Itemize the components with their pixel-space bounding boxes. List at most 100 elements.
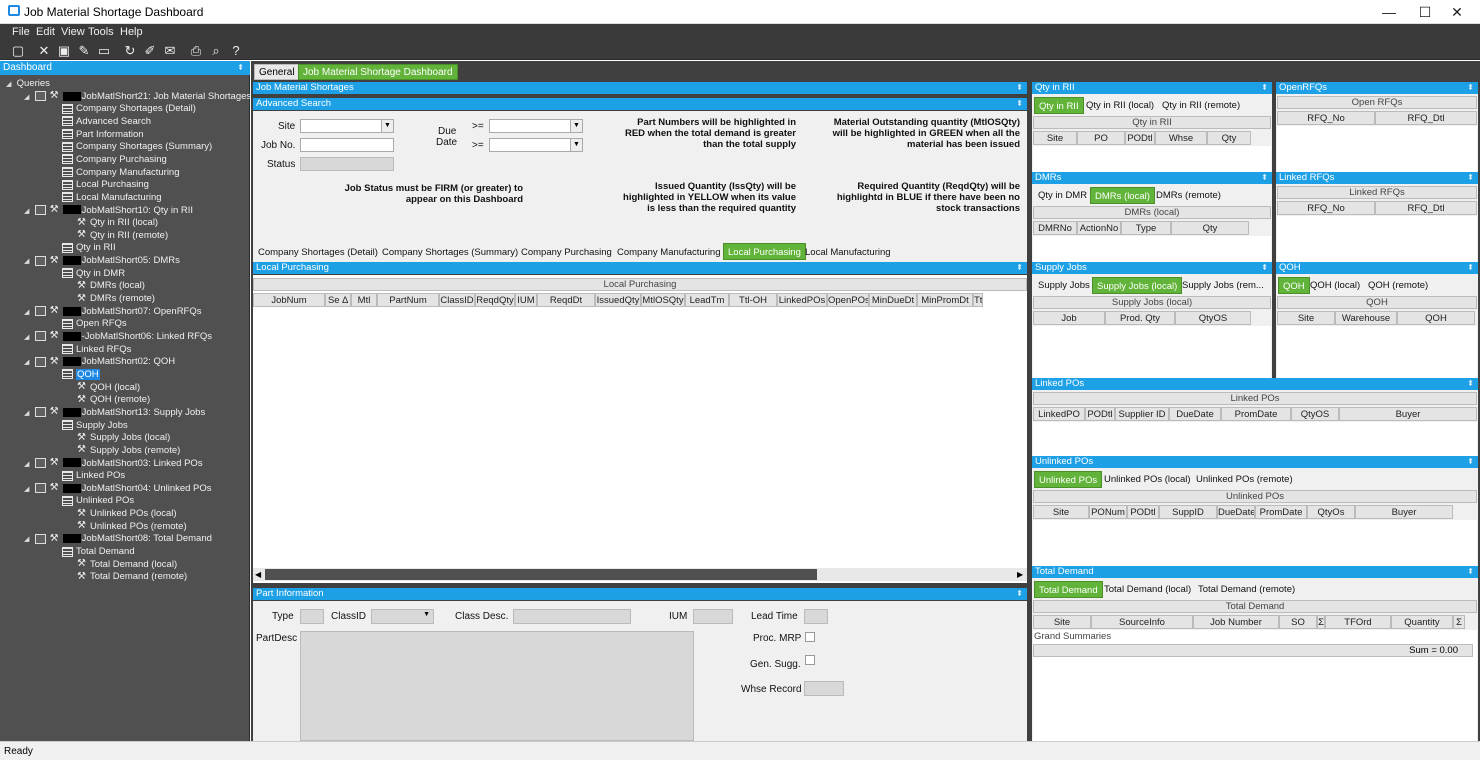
dmr-tab[interactable]: DMRs (local) [1090,187,1155,204]
pin-icon[interactable]: ⇞ [1016,262,1023,274]
tree-node[interactable]: Local Purchasing [62,178,149,191]
tree-node[interactable]: ⚒ Total Demand (local) [76,558,177,571]
column-header[interactable]: Se ∆ [325,293,351,307]
column-header[interactable]: Qty [1207,131,1251,145]
save-icon[interactable]: ▣ [56,43,72,58]
tree-node[interactable]: ◢ Queries [6,77,50,90]
menu-tools[interactable]: Tools [88,26,114,38]
pin-icon[interactable]: ⇞ [1016,98,1023,110]
clear-icon[interactable]: ✎ [76,43,92,58]
column-header[interactable]: Site [1033,615,1091,629]
column-header[interactable]: RFQ_No [1277,201,1375,215]
qoh-tab[interactable]: QOH (local) [1306,277,1364,294]
pin-icon[interactable]: ⇞ [1261,262,1268,274]
column-header[interactable]: Site [1277,311,1335,325]
tree-node[interactable]: ◢ ⚒ JobMatlShort05: DMRs [24,254,180,267]
expand-icon[interactable]: ◢ [24,255,32,268]
tree-node[interactable]: Qty in RII [62,241,116,254]
gen-sugg-checkbox[interactable] [805,655,815,665]
column-header[interactable]: DueDate [1217,505,1255,519]
job-no-input[interactable] [300,138,394,152]
column-header[interactable]: Site [1033,505,1089,519]
tree-node[interactable]: ◢ ⚒ JobMatlShort21: Job Material Shortage… [24,90,251,103]
due-date-to[interactable]: ▼ [489,138,583,152]
expand-icon[interactable]: ◢ [6,78,14,91]
preview-icon[interactable]: ⌕ [208,43,224,58]
due-date-from[interactable]: ▼ [489,119,583,133]
column-header[interactable]: SuppID [1159,505,1217,519]
column-header[interactable]: RFQ_Dtl [1375,111,1477,125]
tab-company-shortages-detail[interactable]: Company Shortages (Detail) [254,244,382,261]
tree-node[interactable]: ◢ ⚒ JobMatlShort13: Supply Jobs [24,406,205,419]
column-header[interactable]: Site [1033,131,1077,145]
sj-tab[interactable]: Supply Jobs (local) [1092,277,1183,294]
classid-select[interactable]: ▼ [371,609,434,624]
rii-tab[interactable]: Qty in RII (local) [1082,97,1158,114]
tree-node[interactable]: ⚒ DMRs (remote) [76,292,155,305]
column-header[interactable]: OpenPOs [827,293,869,307]
tree-node[interactable]: Unlinked POs [62,494,134,507]
dmr-tab[interactable]: DMRs (remote) [1152,187,1225,204]
expand-icon[interactable]: ◢ [24,483,32,496]
delete-icon[interactable]: ✕ [36,43,52,58]
column-header[interactable]: QOH [1397,311,1475,325]
column-header[interactable]: SO [1279,615,1317,629]
refresh-icon[interactable]: ↻ [122,43,138,58]
column-header[interactable]: Mtl [351,293,377,307]
tree-node[interactable]: ◢ ⚒ -JobMatlShort06: Linked RFQs [24,330,212,343]
td-tab[interactable]: Total Demand (local) [1100,581,1195,598]
brush-icon[interactable]: ✐ [142,43,158,58]
column-header[interactable]: Σ [1317,615,1325,629]
tree-node[interactable]: Advanced Search [62,115,151,128]
column-header[interactable]: Buyer [1339,407,1477,421]
sj-tab[interactable]: Supply Jobs [1034,277,1094,294]
tree-node[interactable]: Linked RFQs [62,343,131,356]
column-header[interactable]: PO [1077,131,1125,145]
pin-icon[interactable]: ⇞ [1467,82,1474,94]
column-header[interactable]: Quantity [1391,615,1453,629]
pin-icon[interactable]: ⇞ [1016,82,1023,94]
tree-node[interactable]: Linked POs [62,469,125,482]
scroll-thumb[interactable] [265,569,817,580]
tree-node[interactable]: ◢ ⚒ JobMatlShort08: Total Demand [24,532,212,545]
column-header[interactable]: ActionNo [1077,221,1121,235]
pin-icon[interactable]: ⇞ [1467,566,1474,578]
column-header[interactable]: Whse [1155,131,1207,145]
tree-node[interactable]: Open RFQs [62,317,127,330]
column-header[interactable]: JobNum [253,293,325,307]
column-header[interactable]: PONum [1089,505,1127,519]
column-header[interactable]: DMRNo [1033,221,1077,235]
tree-node[interactable]: ⚒ Qty in RII (remote) [76,229,168,242]
td-tab[interactable]: Total Demand [1034,581,1103,598]
upo-tab[interactable]: Unlinked POs [1034,471,1103,488]
pin-icon[interactable]: ⇞ [1016,588,1023,600]
tree-node[interactable]: ⚒ Supply Jobs (remote) [76,444,180,457]
column-header[interactable]: PromDate [1255,505,1307,519]
pin-icon[interactable]: ⇞ [1467,262,1474,274]
scroll-right-icon[interactable]: ▶ [1017,568,1023,581]
tree-node[interactable]: ⚒ Supply Jobs (local) [76,431,170,444]
column-header[interactable]: PromDate [1221,407,1291,421]
menu-file[interactable]: File [12,26,30,38]
help-icon[interactable]: ? [228,43,244,58]
expand-icon[interactable]: ◢ [24,91,32,104]
tree-node[interactable]: ⚒ Qty in RII (local) [76,216,158,229]
column-header[interactable]: Job [1033,311,1105,325]
tree-node[interactable]: QOH [62,368,100,381]
new-icon[interactable]: ▢ [10,43,26,58]
tree-node[interactable]: Part Information [62,128,144,141]
pin-icon[interactable]: ⇞ [1261,82,1268,94]
page-icon[interactable]: ▭ [96,43,112,58]
upo-tab[interactable]: Unlinked POs (remote) [1192,471,1297,488]
expand-icon[interactable]: ◢ [24,458,32,471]
pin-icon[interactable]: ⇞ [1467,172,1474,184]
expand-icon[interactable]: ◢ [24,533,32,546]
horizontal-scrollbar[interactable]: ◀ ▶ [253,568,1027,581]
column-header[interactable]: MinPromDt [917,293,973,307]
tab-company-purchasing[interactable]: Company Purchasing [517,244,616,261]
tree-node[interactable]: ◢ ⚒ JobMatlShort03: Linked POs [24,457,203,470]
column-header[interactable]: IssuedQty [595,293,641,307]
upo-tab[interactable]: Unlinked POs (local) [1100,471,1195,488]
qoh-tab[interactable]: QOH [1278,277,1310,294]
column-header[interactable]: QtyOS [1291,407,1339,421]
